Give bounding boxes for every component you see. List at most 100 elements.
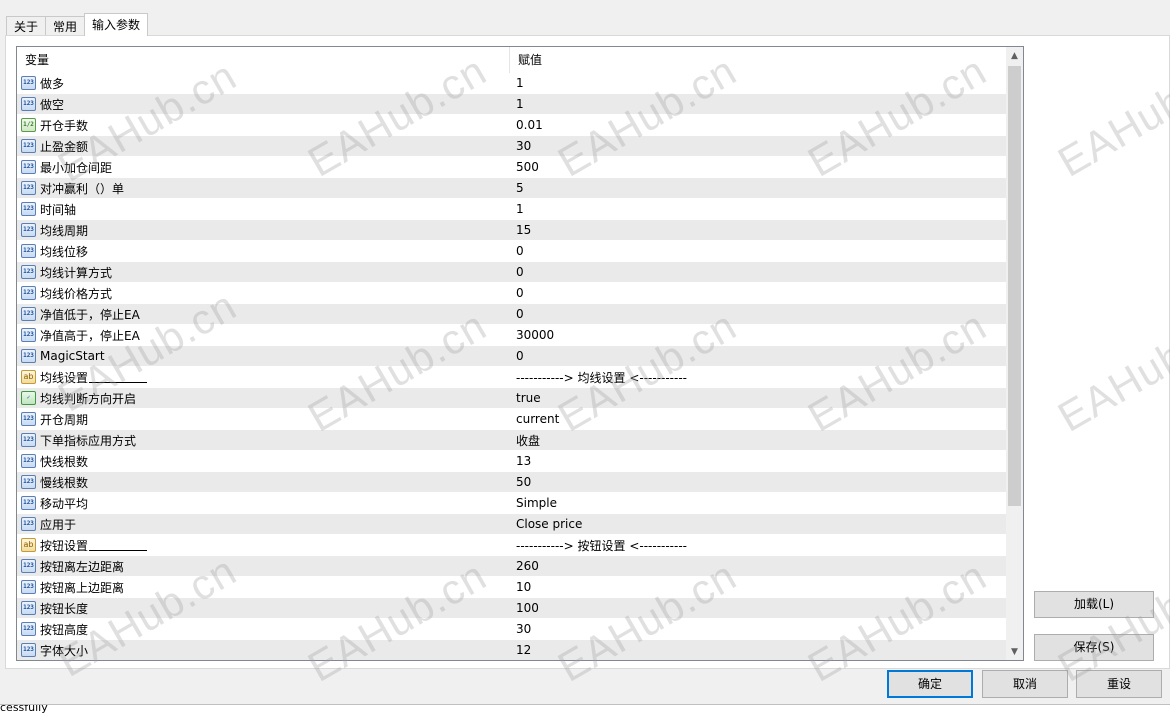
scroll-thumb[interactable] bbox=[1008, 66, 1021, 506]
variable-cell[interactable]: 123 按钮离上边距离 bbox=[17, 577, 510, 597]
variable-cell[interactable]: ab 按钮设置 bbox=[17, 535, 510, 555]
table-row[interactable]: 123 下单指标应用方式 收盘 bbox=[17, 430, 1006, 451]
value-cell[interactable]: 0 bbox=[510, 346, 1006, 366]
table-row[interactable]: 123 慢线根数 50 bbox=[17, 472, 1006, 493]
value-cell[interactable]: 0 bbox=[510, 304, 1006, 324]
variable-cell[interactable]: 123 开仓周期 bbox=[17, 409, 510, 429]
variable-cell[interactable]: 123 净值高于，停止EA bbox=[17, 325, 510, 345]
variable-cell[interactable]: 123 均线价格方式 bbox=[17, 283, 510, 303]
value-cell[interactable]: current bbox=[510, 409, 1006, 429]
table-row[interactable]: 123 时间轴 1 bbox=[17, 199, 1006, 220]
table-row[interactable]: 123 按钮长度 100 bbox=[17, 598, 1006, 619]
value-cell[interactable]: true bbox=[510, 388, 1006, 408]
table-row[interactable]: 123 字体大小 12 bbox=[17, 640, 1006, 660]
load-button[interactable]: 加载(L) bbox=[1034, 591, 1154, 618]
table-row[interactable]: 1/2 开仓手数 0.01 bbox=[17, 115, 1006, 136]
variable-cell[interactable]: 123 按钮离左边距离 bbox=[17, 556, 510, 576]
variable-cell[interactable]: 123 时间轴 bbox=[17, 199, 510, 219]
table-row[interactable]: 123 移动平均 Simple bbox=[17, 493, 1006, 514]
value-cell[interactable]: 0.01 bbox=[510, 115, 1006, 135]
tab-about[interactable]: 关于 bbox=[6, 16, 47, 36]
value-cell[interactable]: 260 bbox=[510, 556, 1006, 576]
table-row[interactable]: 123 快线根数 13 bbox=[17, 451, 1006, 472]
variable-cell[interactable]: 123 做空 bbox=[17, 94, 510, 114]
table-row[interactable]: 123 均线计算方式 0 bbox=[17, 262, 1006, 283]
variable-cell[interactable]: 123 净值低于，停止EA bbox=[17, 304, 510, 324]
table-row[interactable]: 123 最小加仓间距 500 bbox=[17, 157, 1006, 178]
variable-cell[interactable]: 123 均线计算方式 bbox=[17, 262, 510, 282]
value-cell[interactable]: 1 bbox=[510, 94, 1006, 114]
vertical-scrollbar[interactable]: ▲ ▼ bbox=[1006, 47, 1023, 660]
variable-name: 均线周期 bbox=[40, 223, 89, 238]
value-cell[interactable]: 30 bbox=[510, 619, 1006, 639]
scroll-up-icon[interactable]: ▲ bbox=[1006, 47, 1023, 64]
table-row[interactable]: 123 均线周期 15 bbox=[17, 220, 1006, 241]
ea-properties-window: 关于 常用 输入参数 变量 赋值 123 做多 1 123 做空 1 1/2 开仓手数 0.01… bbox=[0, 0, 1170, 715]
variable-cell[interactable]: 123 均线周期 bbox=[17, 220, 510, 240]
variable-cell[interactable]: 123 下单指标应用方式 bbox=[17, 430, 510, 450]
value-cell[interactable]: 15 bbox=[510, 220, 1006, 240]
table-row[interactable]: ✓ 均线判断方向开启 true bbox=[17, 388, 1006, 409]
table-row[interactable]: 123 均线价格方式 0 bbox=[17, 283, 1006, 304]
table-row[interactable]: ab 均线设置 -----------> 均线设置 <----------- bbox=[17, 367, 1006, 388]
table-row[interactable]: 123 做多 1 bbox=[17, 73, 1006, 94]
table-row[interactable]: 123 开仓周期 current bbox=[17, 409, 1006, 430]
variable-cell[interactable]: ab 均线设置 bbox=[17, 367, 510, 387]
ok-button[interactable]: 确定 bbox=[887, 670, 973, 698]
table-row[interactable]: ab 按钮设置 -----------> 按钮设置 <----------- bbox=[17, 535, 1006, 556]
table-row[interactable]: 123 净值高于，停止EA 30000 bbox=[17, 325, 1006, 346]
value-cell[interactable]: 1 bbox=[510, 199, 1006, 219]
variable-cell[interactable]: 123 按钮高度 bbox=[17, 619, 510, 639]
reset-button[interactable]: 重设 bbox=[1076, 670, 1162, 698]
variable-cell[interactable]: 123 快线根数 bbox=[17, 451, 510, 471]
value-cell[interactable]: -----------> 均线设置 <----------- bbox=[510, 367, 1006, 387]
value-cell[interactable]: 0 bbox=[510, 283, 1006, 303]
value-cell[interactable]: 500 bbox=[510, 157, 1006, 177]
variable-cell[interactable]: 1/2 开仓手数 bbox=[17, 115, 510, 135]
save-button[interactable]: 保存(S) bbox=[1034, 634, 1154, 661]
value-cell[interactable]: Close price bbox=[510, 514, 1006, 534]
table-row[interactable]: 123 按钮离左边距离 260 bbox=[17, 556, 1006, 577]
tab-common[interactable]: 常用 bbox=[45, 16, 86, 36]
table-row[interactable]: 123 MagicStart 0 bbox=[17, 346, 1006, 367]
variable-cell[interactable]: 123 对冲赢利（）单 bbox=[17, 178, 510, 198]
variable-cell[interactable]: 123 MagicStart bbox=[17, 346, 510, 366]
value-cell[interactable]: 1 bbox=[510, 73, 1006, 93]
cancel-button[interactable]: 取消 bbox=[982, 670, 1068, 698]
table-row[interactable]: 123 对冲赢利（）单 5 bbox=[17, 178, 1006, 199]
table-row[interactable]: 123 做空 1 bbox=[17, 94, 1006, 115]
table-row[interactable]: 123 均线位移 0 bbox=[17, 241, 1006, 262]
variable-cell[interactable]: 123 最小加仓间距 bbox=[17, 157, 510, 177]
value-cell[interactable]: 30000 bbox=[510, 325, 1006, 345]
table-row[interactable]: 123 按钮离上边距离 10 bbox=[17, 577, 1006, 598]
table-row[interactable]: 123 止盈金额 30 bbox=[17, 136, 1006, 157]
table-row[interactable]: 123 应用于 Close price bbox=[17, 514, 1006, 535]
table-row[interactable]: 123 净值低于，停止EA 0 bbox=[17, 304, 1006, 325]
variable-cell[interactable]: ✓ 均线判断方向开启 bbox=[17, 388, 510, 408]
variable-cell[interactable]: 123 字体大小 bbox=[17, 640, 510, 660]
value-cell[interactable]: 0 bbox=[510, 262, 1006, 282]
value-cell[interactable]: 0 bbox=[510, 241, 1006, 261]
value-cell[interactable]: Simple bbox=[510, 493, 1006, 513]
value-cell[interactable]: 10 bbox=[510, 577, 1006, 597]
value-cell[interactable]: 收盘 bbox=[510, 430, 1006, 450]
variable-cell[interactable]: 123 做多 bbox=[17, 73, 510, 93]
variable-cell[interactable]: 123 移动平均 bbox=[17, 493, 510, 513]
value-cell[interactable]: -----------> 按钮设置 <----------- bbox=[510, 535, 1006, 555]
variable-cell[interactable]: 123 按钮长度 bbox=[17, 598, 510, 618]
table-row[interactable]: 123 按钮高度 30 bbox=[17, 619, 1006, 640]
variable-cell[interactable]: 123 止盈金额 bbox=[17, 136, 510, 156]
value-cell[interactable]: 100 bbox=[510, 598, 1006, 618]
header-value[interactable]: 赋值 bbox=[510, 47, 1006, 73]
scroll-down-icon[interactable]: ▼ bbox=[1006, 643, 1023, 660]
variable-cell[interactable]: 123 慢线根数 bbox=[17, 472, 510, 492]
variable-cell[interactable]: 123 均线位移 bbox=[17, 241, 510, 261]
value-cell[interactable]: 50 bbox=[510, 472, 1006, 492]
value-cell[interactable]: 12 bbox=[510, 640, 1006, 660]
header-variable[interactable]: 变量 bbox=[17, 47, 510, 73]
variable-cell[interactable]: 123 应用于 bbox=[17, 514, 510, 534]
tab-inputs[interactable]: 输入参数 bbox=[84, 13, 149, 36]
value-cell[interactable]: 13 bbox=[510, 451, 1006, 471]
value-cell[interactable]: 30 bbox=[510, 136, 1006, 156]
value-cell[interactable]: 5 bbox=[510, 178, 1006, 198]
